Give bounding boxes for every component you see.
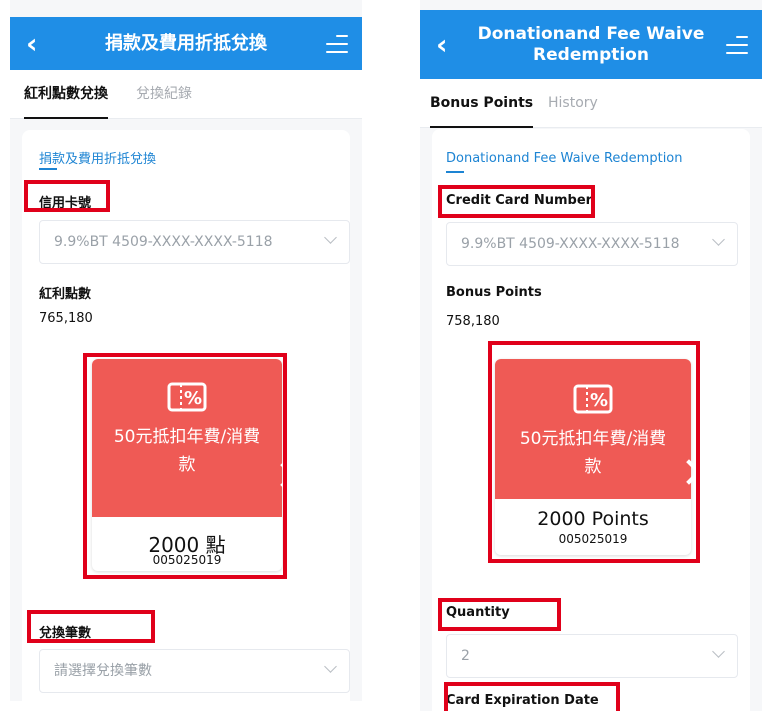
- tab-bar: 紅利點數兌換 兌換紀錄: [10, 70, 362, 119]
- highlight-box-item: [488, 341, 700, 563]
- menu-icon[interactable]: [326, 34, 348, 53]
- bonus-points-value: 758,180: [446, 314, 500, 329]
- quantity-placeholder: 請選擇兌換筆數: [54, 663, 152, 679]
- chevron-down-icon: [712, 645, 725, 658]
- menu-icon[interactable]: [726, 35, 748, 54]
- quantity-select[interactable]: 2: [446, 634, 738, 678]
- quantity-value: 2: [461, 648, 470, 664]
- chevron-down-icon: [712, 233, 725, 246]
- bonus-points-value: 765,180: [39, 311, 93, 326]
- tab-history[interactable]: 兌換紀錄: [136, 70, 192, 118]
- page-title: 捐款及費用折抵兌換: [105, 32, 267, 54]
- highlight-box-credit-card: [24, 180, 110, 212]
- credit-card-select[interactable]: 9.9%BT 4509-XXXX-XXXX-5118: [39, 220, 350, 264]
- bonus-points-label: 紅利點數: [39, 287, 92, 302]
- chevron-down-icon: [324, 660, 337, 673]
- app-header: ‹ 捐款及費用折抵兌換: [10, 17, 362, 70]
- tab-bonus-points[interactable]: 紅利點數兌換: [24, 70, 108, 119]
- highlight-box-quantity: [27, 610, 155, 643]
- quantity-select[interactable]: 請選擇兌換筆數: [39, 649, 350, 693]
- section-underline: [446, 171, 464, 173]
- app-header: ‹ Donationand Fee Waive Redemption: [420, 10, 762, 79]
- highlight-box-credit-card: [438, 185, 595, 218]
- section-title: 捐款及費用折抵兌換: [39, 152, 157, 167]
- back-arrow-icon[interactable]: ‹: [26, 29, 38, 58]
- credit-card-select[interactable]: 9.9%BT 4509-XXXX-XXXX-5118: [446, 222, 738, 266]
- back-arrow-icon[interactable]: ‹: [436, 30, 448, 59]
- credit-card-value: 9.9%BT 4509-XXXX-XXXX-5118: [461, 236, 680, 252]
- redemption-screen-chinese: ‹ 捐款及費用折抵兌換 紅利點數兌換 兌換紀錄 捐款及費用折抵兌換 信用卡號 9…: [10, 0, 362, 701]
- highlight-box-item: [83, 353, 287, 579]
- redemption-screen-english: ‹ Donationand Fee Waive Redemption Bonus…: [420, 0, 762, 711]
- tab-history[interactable]: History: [548, 79, 598, 127]
- tab-bonus-points[interactable]: Bonus Points: [430, 79, 534, 128]
- page-title-line1: Donationand Fee Waive: [477, 23, 705, 44]
- page-title-line2: Redemption: [533, 44, 649, 65]
- section-title: Donationand Fee Waive Redemption: [446, 151, 683, 166]
- tab-bar: Bonus Points History: [420, 79, 762, 128]
- bonus-points-label: Bonus Points: [446, 285, 542, 300]
- credit-card-value: 9.9%BT 4509-XXXX-XXXX-5118: [54, 234, 273, 250]
- page-title: Donationand Fee Waive Redemption: [464, 23, 718, 66]
- highlight-box-expiration: [444, 682, 620, 711]
- chevron-down-icon: [324, 231, 337, 244]
- highlight-box-quantity: [438, 598, 561, 631]
- section-underline: [39, 168, 57, 170]
